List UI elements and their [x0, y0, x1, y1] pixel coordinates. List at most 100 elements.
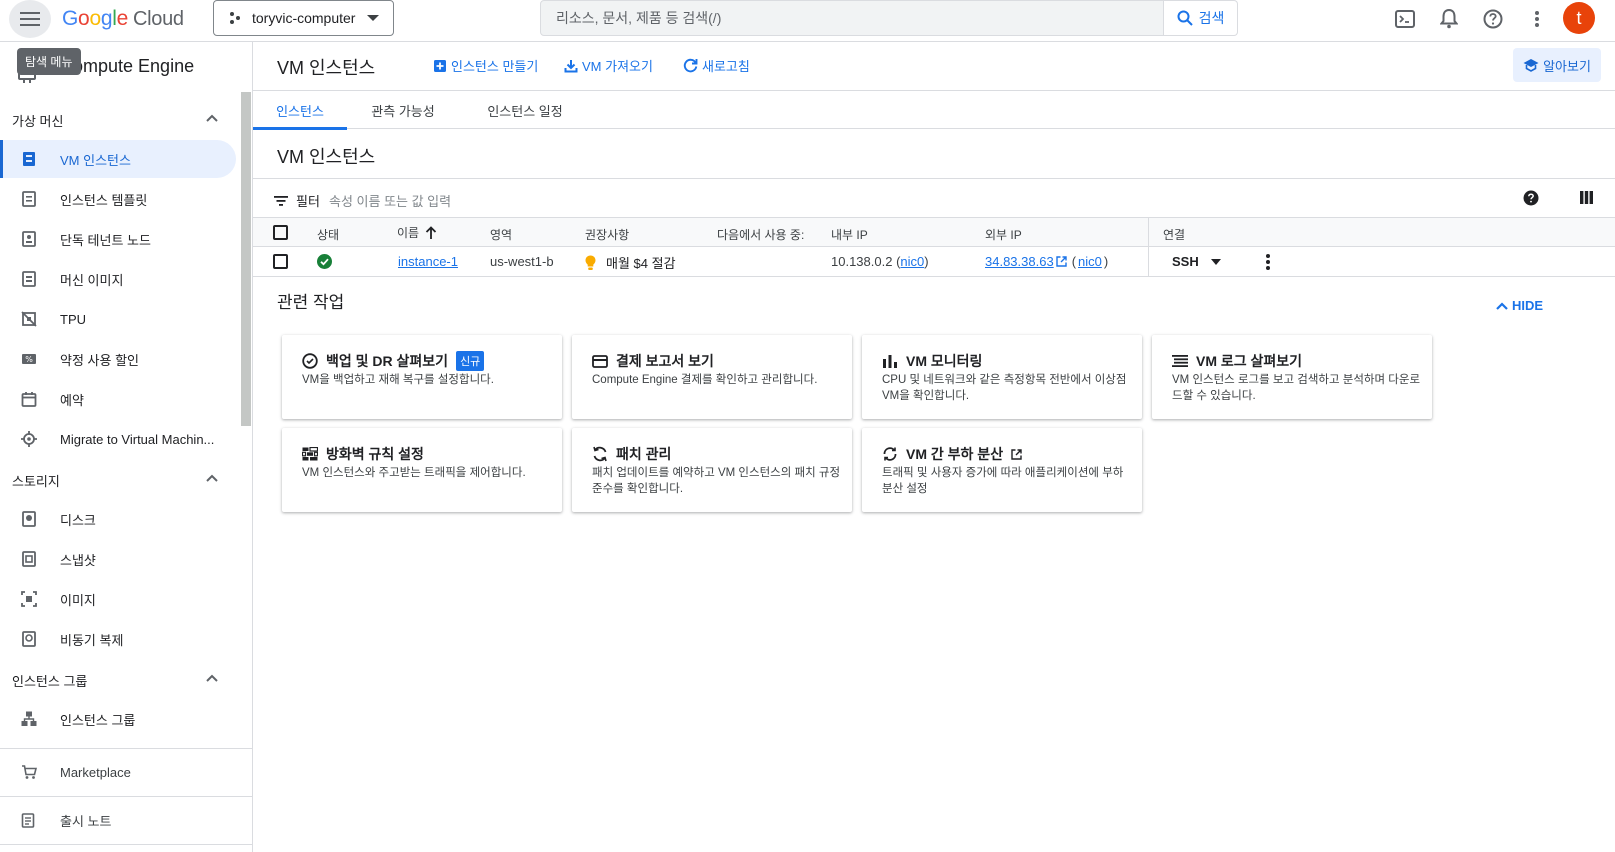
- sidebar-item-instance-templates[interactable]: 인스턴스 템플릿: [0, 180, 236, 218]
- card-title: 결제 보고서 보기: [616, 353, 714, 369]
- card-title: VM 간 부하 분산: [906, 446, 1004, 462]
- row-checkbox[interactable]: [273, 254, 288, 269]
- column-separator: [1148, 218, 1149, 277]
- column-header-external-ip[interactable]: 외부 IP: [985, 226, 1022, 243]
- release-notes-icon: [21, 813, 35, 828]
- internal-nic-link[interactable]: nic0: [900, 254, 924, 269]
- table-help-button[interactable]: [1523, 190, 1539, 206]
- firewall-icon: [302, 447, 318, 461]
- create-instance-button[interactable]: 인스턴스 만들기: [433, 56, 538, 75]
- help-button[interactable]: [1480, 6, 1506, 32]
- sole-tenant-icon: [22, 231, 36, 247]
- sidebar-item-images[interactable]: 이미지: [0, 580, 236, 618]
- section-title: VM 인스턴스: [277, 147, 376, 167]
- column-header-zone[interactable]: 영역: [490, 226, 512, 243]
- sidebar-item-migrate-to-vms[interactable]: Migrate to Virtual Machin...: [0, 420, 236, 458]
- instance-group-icon: [21, 711, 37, 726]
- refresh-button[interactable]: 새로고침: [683, 56, 750, 75]
- hide-related-button[interactable]: HIDE: [1496, 298, 1543, 313]
- search-button[interactable]: 검색: [1164, 0, 1238, 36]
- tab-instances[interactable]: 인스턴스: [253, 91, 347, 130]
- column-header-internal-ip[interactable]: 내부 IP: [831, 226, 868, 243]
- account-avatar[interactable]: t: [1563, 2, 1595, 34]
- sidebar-item-disks[interactable]: 디스크: [0, 500, 236, 538]
- google-cloud-logo[interactable]: Google Cloud: [62, 7, 184, 31]
- filter-input[interactable]: 속성 이름 또는 값 입력: [329, 191, 451, 210]
- import-vm-button[interactable]: VM 가져오기: [564, 56, 653, 75]
- more-options-button[interactable]: [1524, 6, 1550, 32]
- internal-ip-cell: 10.138.0.2 (nic0): [831, 254, 929, 269]
- select-all-checkbox[interactable]: [273, 225, 288, 240]
- refresh-icon: [683, 58, 698, 73]
- instance-name-link[interactable]: instance-1: [398, 254, 458, 269]
- sidebar-item-machine-images[interactable]: 머신 이미지: [0, 260, 236, 298]
- sidebar-item-committed-use-discounts[interactable]: % 약정 사용 할인: [0, 340, 236, 378]
- sidebar-link-release-notes[interactable]: 출시 노트: [0, 798, 252, 842]
- sidebar-item-sole-tenant-nodes[interactable]: 단독 테넌트 노드: [0, 220, 236, 258]
- card-title: VM 로그 살펴보기: [1196, 353, 1303, 369]
- tab-instance-schedules[interactable]: 인스턴스 일정: [464, 91, 586, 129]
- tab-observability[interactable]: 관측 가능성: [350, 91, 456, 129]
- column-header-name[interactable]: 이름: [397, 224, 437, 241]
- card-description: VM을 백업하고 재해 복구를 설정합니다.: [302, 374, 494, 386]
- table-row: instance-1 us-west1-b 매월 $4 절감 10.138.0.…: [253, 247, 1615, 277]
- status-running-icon: [317, 254, 332, 269]
- sidebar-item-async-replication[interactable]: 비동기 복제: [0, 620, 236, 658]
- learn-button[interactable]: 알아보기: [1513, 48, 1601, 82]
- card-title: 방화벽 규칙 설정: [326, 446, 424, 462]
- card-load-balancing[interactable]: VM 간 부하 분산 트래픽 및 사용자 증가에 따라 애플리케이션에 부하 분…: [862, 428, 1142, 512]
- sidebar-section-virtual-machines[interactable]: 가상 머신: [0, 102, 240, 138]
- chevron-up-icon: [206, 114, 218, 122]
- async-replication-icon: [22, 631, 36, 647]
- card-firewall-rules[interactable]: 방화벽 규칙 설정 VM 인스턴스와 주고받는 트래픽을 제어합니다.: [282, 428, 562, 512]
- sidebar-divider: [0, 844, 252, 845]
- sidebar-item-tpu[interactable]: TPU: [0, 300, 236, 338]
- sidebar-item-instance-groups[interactable]: 인스턴스 그룹: [0, 700, 236, 738]
- sidebar-divider: [0, 796, 252, 797]
- card-vm-monitoring[interactable]: VM 모니터링 CPU 및 네트워크와 같은 측정항목 전반에서 이상점 VM을…: [862, 335, 1142, 419]
- main-menu-button[interactable]: [9, 0, 51, 38]
- disk-icon: [22, 511, 36, 527]
- sidebar-item-snapshots[interactable]: 스냅샷: [0, 540, 236, 578]
- sidebar-section-instance-groups[interactable]: 인스턴스 그룹: [0, 662, 240, 698]
- notifications-button[interactable]: [1436, 6, 1462, 32]
- project-picker[interactable]: toryvic-computer: [213, 0, 394, 36]
- download-icon: [564, 59, 578, 72]
- card-title: 패치 관리: [616, 446, 672, 462]
- help-icon: [1483, 9, 1503, 29]
- recommendation-cell[interactable]: 매월 $4 절감: [585, 253, 676, 272]
- search-input[interactable]: 리소스, 문서, 제품 등 검색(/): [540, 0, 1164, 36]
- arrow-drop-down-icon: [1211, 259, 1221, 265]
- ssh-button[interactable]: SSH: [1172, 254, 1199, 269]
- sync-icon: [593, 446, 607, 462]
- backup-icon: [302, 353, 318, 369]
- ssh-options-dropdown[interactable]: [1211, 259, 1221, 265]
- external-ip-link[interactable]: 34.83.38.63: [985, 254, 1054, 269]
- card-backup-dr[interactable]: 백업 및 DR 살펴보기 신규 VM을 백업하고 재해 복구를 설정합니다.: [282, 335, 562, 419]
- sidebar-section-storage[interactable]: 스토리지: [0, 462, 240, 498]
- external-nic-link[interactable]: nic0: [1078, 254, 1102, 269]
- card-patch-management[interactable]: 패치 관리 패치 업데이트를 예약하고 VM 인스턴스의 패치 규정 준수를 확…: [572, 428, 852, 512]
- credit-card-icon: [592, 354, 608, 368]
- card-billing-report[interactable]: 결제 보고서 보기 Compute Engine 결제를 확인하고 관리합니다.: [572, 335, 852, 419]
- sidebar-scrollbar[interactable]: [241, 92, 251, 426]
- card-vm-logs[interactable]: VM 로그 살펴보기 VM 인스턴스 로그를 보고 검색하고 분석하며 다운로드…: [1152, 335, 1432, 419]
- column-header-in-use-by: 다음에서 사용 중:: [717, 228, 805, 242]
- sidebar-link-marketplace[interactable]: Marketplace: [0, 750, 252, 794]
- open-in-new-icon: [1055, 256, 1067, 267]
- sidebar-item-reservations[interactable]: 예약: [0, 380, 236, 418]
- row-actions-button[interactable]: [1266, 254, 1270, 270]
- filter-bar: 필터 속성 이름 또는 값 입력: [253, 178, 1615, 218]
- card-description: 트래픽 및 사용자 증가에 따라 애플리케이션에 부하 분산 설정: [882, 467, 1124, 495]
- menu-tooltip: 탐색 메뉴: [17, 48, 81, 75]
- card-description: VM 인스턴스와 주고받는 트래픽을 제어합니다.: [302, 467, 526, 479]
- column-header-status[interactable]: 상태: [317, 226, 339, 243]
- project-icon: [230, 12, 240, 24]
- table-header: 상태 이름 영역 권장사항 다음에서 사용 중: 내부 IP 외부 IP 연결: [253, 218, 1615, 247]
- migrate-icon: [21, 431, 37, 447]
- sidebar-item-vm-instances[interactable]: VM 인스턴스: [0, 140, 236, 178]
- internal-ip: 10.138.0.2: [831, 254, 893, 269]
- cloud-shell-button[interactable]: [1392, 6, 1418, 32]
- column-display-button[interactable]: [1580, 191, 1593, 204]
- filter-button[interactable]: 필터: [274, 191, 320, 210]
